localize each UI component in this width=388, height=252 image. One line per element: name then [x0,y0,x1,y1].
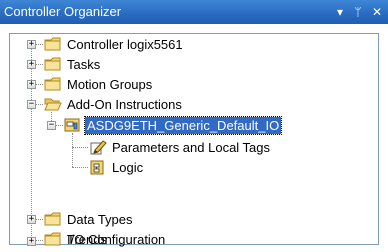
expand-data-types-button[interactable]: + [27,215,36,224]
tree-item-controller[interactable]: Controller logix5561 [44,34,185,54]
folder-icon [44,231,62,247]
tree-item-aoi-asdg9eth[interactable]: ASDG9ETH_Generic_Default_IO [64,115,283,135]
folder-icon [44,211,62,227]
tree-item-label: Data Types [67,211,133,227]
close-icon[interactable]: ✕ [369,0,385,24]
aoi-icon [64,117,82,133]
organizer-tree[interactable]: + Controller logix5561 + Tasks + Motion … [9,33,379,247]
panel-menu-dropdown-icon[interactable]: ▾ [332,0,348,24]
tree-item-motion-groups[interactable]: Motion Groups [44,74,154,94]
collapse-aoi-button[interactable]: − [47,121,56,130]
folder-open-icon [44,96,62,112]
tree-item-io-configuration[interactable]: I/O Configuration [44,229,167,249]
panel-title: Controller Organizer [4,4,122,19]
expand-tasks-button[interactable]: + [27,60,36,69]
expand-controller-button[interactable]: + [27,40,36,49]
controller-organizer-panel: Controller Organizer ▾ ᛘ ✕ + Controller … [0,0,388,249]
pin-icon[interactable]: ᛘ [350,0,366,24]
tree-item-add-on-instructions[interactable]: Add-On Instructions [44,94,184,114]
tree-item-label: Logic [112,159,144,175]
tree-item-label: Controller logix5561 [67,36,183,52]
folder-icon [44,36,62,52]
tree-item-label: Tasks [67,56,101,72]
folder-icon [44,76,62,92]
logic-icon [89,159,107,175]
tree-item-label: ASDG9ETH_Generic_Default_IO [83,115,283,135]
tree-item-label: Parameters and Local Tags [112,139,271,155]
tree-item-label: I/O Configuration [67,231,166,247]
tree-item-tasks[interactable]: Tasks [44,54,102,74]
tree-item-data-types[interactable]: Data Types [44,209,135,229]
panel-titlebar: Controller Organizer ▾ ᛘ ✕ [0,0,388,24]
tree-item-parameters-local-tags[interactable]: Parameters and Local Tags [89,137,272,157]
collapse-add-on-instructions-button[interactable]: − [27,100,36,109]
expand-motion-groups-button[interactable]: + [27,80,36,89]
tree-item-logic[interactable]: Logic [89,157,145,177]
expand-io-configuration-button[interactable]: + [27,237,36,246]
tree-item-label: Motion Groups [67,76,153,92]
tags-pencil-icon [89,139,107,155]
folder-icon [44,56,62,72]
tree-item-label: Add-On Instructions [67,96,182,112]
